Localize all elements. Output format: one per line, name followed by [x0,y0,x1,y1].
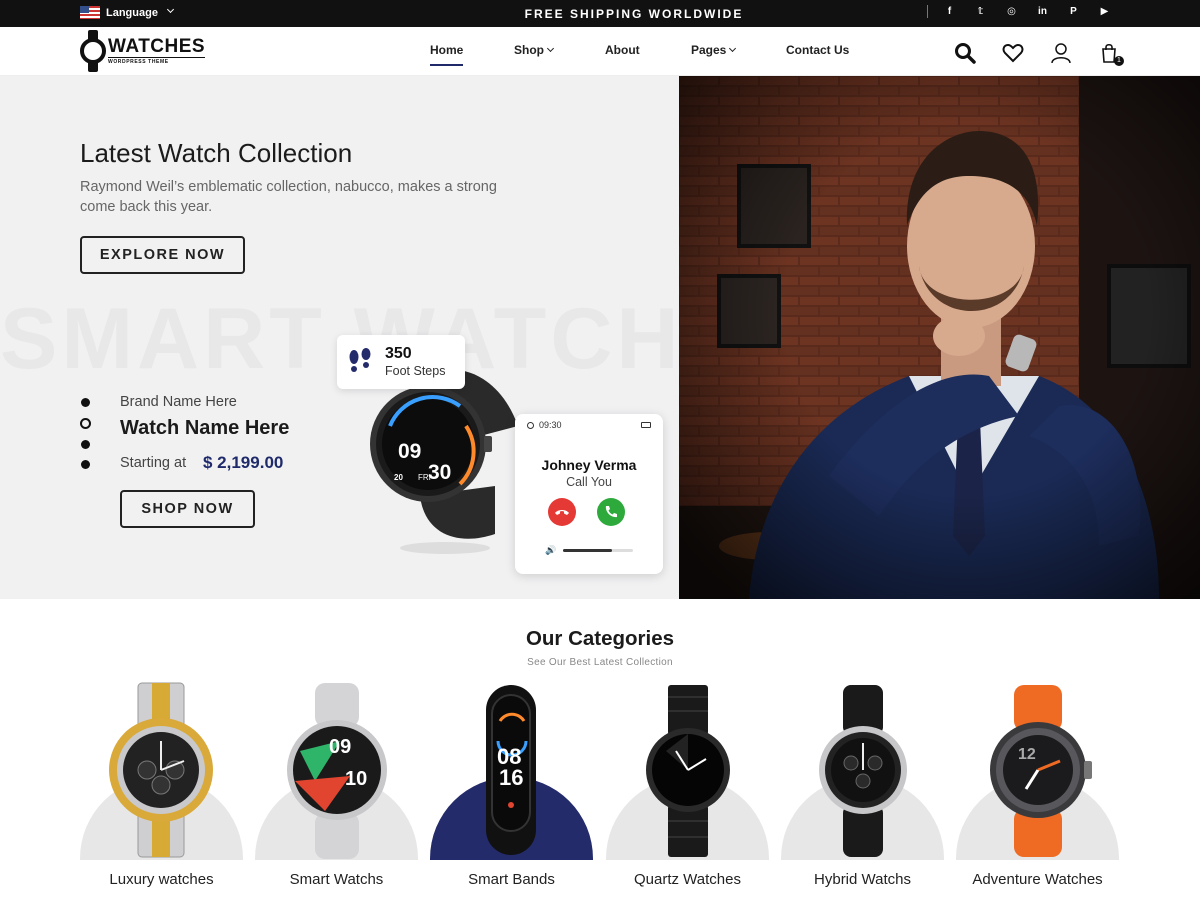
heart-icon[interactable] [1002,42,1024,64]
logo-tagline: WORDPRESS THEME [108,57,206,65]
call-status: Call You [566,475,612,489]
menu-item-pages-label: Pages [691,43,727,57]
watch-name: Watch Name Here [120,417,290,439]
man-in-suit-image [679,76,1200,599]
menu-item-shop-label: Shop [514,43,544,57]
header-actions: 1 [954,42,1124,66]
menu-item-about[interactable]: About [605,43,640,57]
call-time: 09:30 [539,420,562,430]
chevron-down-icon [546,44,555,53]
watch-hours: 09 [398,440,421,463]
menu-item-contact[interactable]: Contact Us [786,43,849,57]
steps-label: Foot Steps [385,364,446,378]
categories-subtitle: See Our Best Latest Collection [527,657,673,668]
luxury-watch-image [109,682,213,858]
slider-dot[interactable] [81,398,90,407]
accept-call-icon[interactable] [597,498,625,526]
watch-weekday: FRI [418,473,431,482]
main-header: WATCHES WORDPRESS THEME Home Shop About … [0,27,1200,76]
social-links: f 𝕥 ◎ in P ▶ [927,5,1120,18]
site-logo[interactable]: WATCHES WORDPRESS THEME [80,30,206,72]
watch-minutes: 30 [428,461,451,484]
youtube-icon[interactable]: ▶ [1089,6,1120,17]
watch-day: 20 [394,473,403,482]
svg-text:09: 09 [329,736,351,758]
twitter-icon[interactable]: 𝕥 [965,6,996,17]
quartz-watch-image [646,685,730,857]
divider [927,5,928,18]
category-label: Smart Bands [468,871,555,888]
category-label: Adventure Watches [972,871,1103,888]
steps-value: 350 [385,345,412,362]
linkedin-icon[interactable]: in [1027,6,1058,17]
category-label: Luxury watches [109,871,214,888]
shop-now-button[interactable]: SHOP NOW [120,490,255,528]
category-label: Quartz Watches [634,871,741,888]
explore-now-button[interactable]: EXPLORE NOW [80,236,245,274]
battery-icon [641,422,651,428]
category-label: Hybrid Watchs [814,871,911,888]
volume-slider[interactable] [563,549,633,552]
cart-icon[interactable]: 1 [1098,42,1124,66]
smart-band-image: 08 16 [486,685,536,855]
category-hybrid-watchs[interactable]: Hybrid Watchs [781,681,944,900]
watch-logo-icon [80,30,106,72]
watch-price: $ 2,199.00 [203,453,284,472]
logo-title: WATCHES [108,36,206,57]
footsteps-icon [349,348,371,372]
facebook-icon[interactable]: f [934,6,965,17]
categories-title: Our Categories [525,627,675,650]
user-icon[interactable] [1050,42,1072,64]
search-icon[interactable] [954,42,976,64]
category-smart-bands[interactable]: 08 16 Smart Bands [430,681,593,900]
category-smart-watchs[interactable]: 09 10 Smart Watchs [255,681,418,900]
menu-item-home[interactable]: Home [430,43,464,66]
decline-call-icon[interactable] [548,498,576,526]
slider-dot-active[interactable] [80,418,91,429]
svg-text:12: 12 [1018,746,1036,763]
brand-name: Brand Name Here [120,394,237,410]
slider-dot[interactable] [81,440,90,449]
category-adventure-watches[interactable]: 12 Adventure Watches [956,681,1119,900]
category-luxury-watches[interactable]: Luxury watches [80,681,243,900]
svg-text:16: 16 [499,765,523,790]
hybrid-watch-image [819,685,907,857]
adventure-watch-image: 12 [990,685,1092,857]
instagram-icon[interactable]: ◎ [996,6,1027,17]
menu-item-pages[interactable]: Pages [691,43,737,57]
smart-watch-image: 09 10 [287,683,387,859]
category-quartz-watches[interactable]: Quartz Watches [606,681,769,900]
cart-count-badge: 1 [1114,56,1124,66]
caller-name: Johney Verma [541,457,637,473]
svg-text:10: 10 [345,768,367,790]
slider-dot[interactable] [81,460,90,469]
hero-section: SMART WATCH Latest Watch Collection Raym… [0,76,679,599]
volume-fill [563,549,612,552]
incoming-call-card: 09:30 Johney Verma Call You 🔊 [515,414,663,574]
foot-steps-card: 350 Foot Steps [337,335,465,389]
hero-title: Latest Watch Collection [80,138,353,168]
smartwatch-image: 09 30 20 FRI [370,369,518,554]
pinterest-icon[interactable]: P [1058,6,1089,17]
volume-icon: 🔊 [545,545,557,555]
chevron-down-icon [729,44,737,53]
hero-subtitle: Raymond Weil’s emblematic collection, na… [80,179,497,215]
menu-item-shop[interactable]: Shop [514,43,555,57]
starting-at-label: Starting at [120,455,187,471]
clock-icon [527,422,534,429]
top-bar: Language FREE SHIPPING WORLDWIDE f 𝕥 ◎ i… [0,0,1200,27]
category-label: Smart Watchs [289,871,384,888]
hero-model-image [679,76,1200,599]
